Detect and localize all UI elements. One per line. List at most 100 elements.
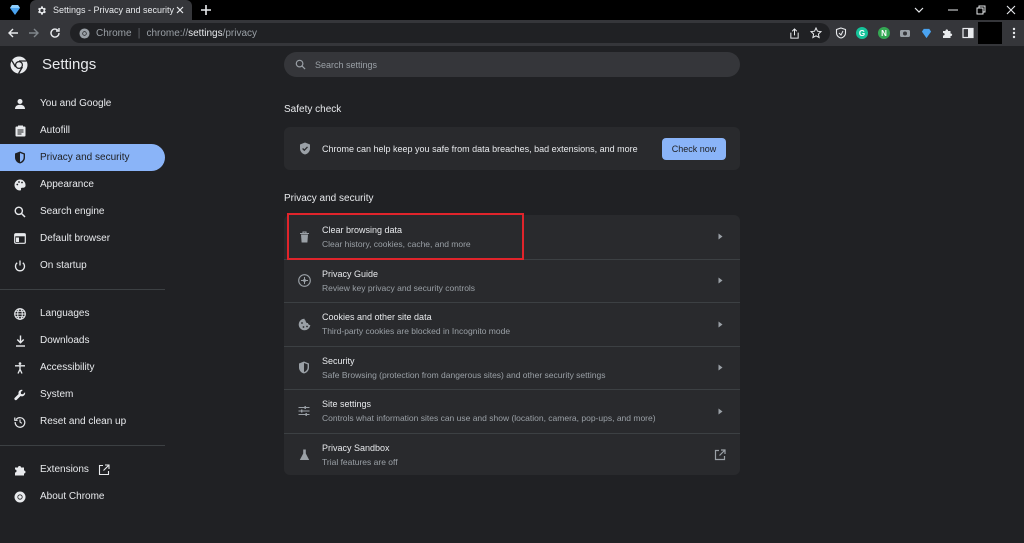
chevron-right-icon <box>715 406 725 416</box>
sidebar-item-you-and-google[interactable]: You and Google <box>0 90 165 117</box>
sidebar-item-privacy-and-security[interactable]: Privacy and security <box>0 144 165 171</box>
shield-extension-icon[interactable] <box>833 25 849 41</box>
omnibox-separator: | <box>137 27 141 39</box>
cookies-row[interactable]: Cookies and other site data Third-party … <box>284 302 740 346</box>
sidebar-item-autofill[interactable]: Autofill <box>0 117 165 144</box>
sidebar-item-label: Extensions <box>40 464 89 475</box>
row-title: Cookies and other site data <box>322 312 432 323</box>
search-icon <box>13 205 27 219</box>
privacy-security-heading: Privacy and security <box>284 193 374 204</box>
reload-button[interactable] <box>47 25 63 41</box>
sidebar-item-label: Privacy and security <box>40 152 130 163</box>
row-title: Site settings <box>322 399 372 410</box>
gem-extension-icon[interactable] <box>918 25 934 41</box>
omnibox-chip: Chrome <box>96 27 132 39</box>
more-menu-icon[interactable] <box>1006 25 1022 41</box>
sidebar-item-reset-and-clean-up[interactable]: Reset and clean up <box>0 408 165 435</box>
check-now-button[interactable]: Check now <box>662 137 726 160</box>
new-tab-button[interactable] <box>198 2 214 18</box>
close-icon[interactable] <box>174 4 186 16</box>
shield-icon <box>297 361 311 375</box>
clear-browsing-data-row[interactable]: Clear browsing data Clear history, cooki… <box>284 215 740 259</box>
security-row[interactable]: Security Safe Browsing (protection from … <box>284 345 740 390</box>
restore-button[interactable] <box>972 1 990 19</box>
sidebar-item-label: You and Google <box>40 98 112 109</box>
grammarly-icon[interactable]: G <box>854 25 870 41</box>
tab-strip: Settings - Privacy and security <box>0 0 1024 20</box>
trash-icon <box>297 230 311 244</box>
sidebar-item-languages[interactable]: Languages <box>0 300 165 327</box>
bookmark-star-icon[interactable] <box>808 25 824 41</box>
sidebar-item-extensions[interactable]: Extensions <box>0 456 165 483</box>
row-title: Privacy Sandbox <box>322 442 390 453</box>
chevron-right-icon <box>715 363 725 373</box>
shield-icon <box>13 151 27 165</box>
sidebar: You and Google Autofill Privacy and secu… <box>0 90 165 510</box>
sidebar-item-label: Appearance <box>40 179 94 190</box>
sidebar-item-default-browser[interactable]: Default browser <box>0 225 165 252</box>
privacy-security-card: Clear browsing data Clear history, cooki… <box>284 215 740 475</box>
sidebar-item-label: Autofill <box>40 125 71 136</box>
close-window-button[interactable] <box>1002 1 1020 19</box>
row-title: Clear browsing data <box>322 224 403 235</box>
puzzle-icon[interactable] <box>939 25 955 41</box>
search-icon <box>294 59 306 71</box>
camera-extension-icon[interactable] <box>897 25 913 41</box>
sliders-icon <box>297 404 311 418</box>
sidebar-item-label: System <box>40 389 74 400</box>
tab-settings[interactable]: Settings - Privacy and security <box>30 0 192 20</box>
site-settings-row[interactable]: Site settings Controls what information … <box>284 389 740 433</box>
row-subtitle: Trial features are off <box>322 456 398 467</box>
back-button[interactable] <box>5 25 21 41</box>
search-settings-box[interactable] <box>284 52 740 77</box>
gear-icon <box>36 4 48 16</box>
power-icon <box>13 259 27 273</box>
toolbar: Chrome | chrome://settings/privacy G N <box>0 20 1024 46</box>
chevron-right-icon <box>715 319 725 329</box>
row-title: Security <box>322 355 355 366</box>
wrench-icon <box>13 388 27 402</box>
safety-check-text: Chrome can help keep you safe from data … <box>322 143 638 154</box>
external-link-icon[interactable] <box>713 448 727 462</box>
row-subtitle: Third-party cookies are blocked in Incog… <box>322 326 511 337</box>
share-icon[interactable] <box>786 25 802 41</box>
gem-icon[interactable] <box>7 2 23 18</box>
page-title: Settings <box>42 56 97 73</box>
minimize-button[interactable] <box>944 1 962 19</box>
chrome-icon <box>78 27 90 39</box>
address-bar[interactable]: Chrome | chrome://settings/privacy <box>70 23 830 43</box>
safety-check-heading: Safety check <box>284 104 342 115</box>
sidebar-item-label: Default browser <box>40 233 111 244</box>
cookie-icon <box>297 317 311 331</box>
puzzle-icon <box>13 463 27 477</box>
row-title: Privacy Guide <box>322 268 379 279</box>
sidebar-item-appearance[interactable]: Appearance <box>0 171 165 198</box>
sidebar-item-label: On startup <box>40 260 87 271</box>
sidebar-divider <box>0 279 165 290</box>
sidebar-item-label: About Chrome <box>40 491 105 502</box>
sidebar-item-system[interactable]: System <box>0 381 165 408</box>
chevron-right-icon <box>715 276 725 286</box>
privacy-sandbox-row[interactable]: Privacy Sandbox Trial features are off <box>284 432 740 477</box>
forward-button[interactable] <box>26 25 42 41</box>
sidebar-item-on-startup[interactable]: On startup <box>0 252 165 279</box>
external-link-icon <box>98 463 110 476</box>
sidebar-item-downloads[interactable]: Downloads <box>0 327 165 354</box>
row-subtitle: Review key privacy and security controls <box>322 282 476 293</box>
profile-avatar[interactable] <box>978 22 1002 44</box>
palette-icon <box>13 178 27 192</box>
person-icon <box>13 97 27 111</box>
safety-check-card: Chrome can help keep you safe from data … <box>284 127 740 170</box>
sidebar-item-label: Downloads <box>40 335 90 346</box>
sidebar-item-search-engine[interactable]: Search engine <box>0 198 165 225</box>
chevron-down-icon[interactable] <box>910 1 928 19</box>
green-extension-icon[interactable]: N <box>876 25 892 41</box>
search-input[interactable] <box>315 59 695 70</box>
sidebar-item-accessibility[interactable]: Accessibility <box>0 354 165 381</box>
sidebar-item-label: Accessibility <box>40 362 95 373</box>
clipboard-icon <box>13 124 27 138</box>
row-subtitle: Controls what information sites can use … <box>322 413 656 424</box>
side-panel-icon[interactable] <box>960 25 976 41</box>
sidebar-item-about-chrome[interactable]: About Chrome <box>0 483 165 510</box>
privacy-guide-row[interactable]: Privacy Guide Review key privacy and sec… <box>284 258 740 303</box>
